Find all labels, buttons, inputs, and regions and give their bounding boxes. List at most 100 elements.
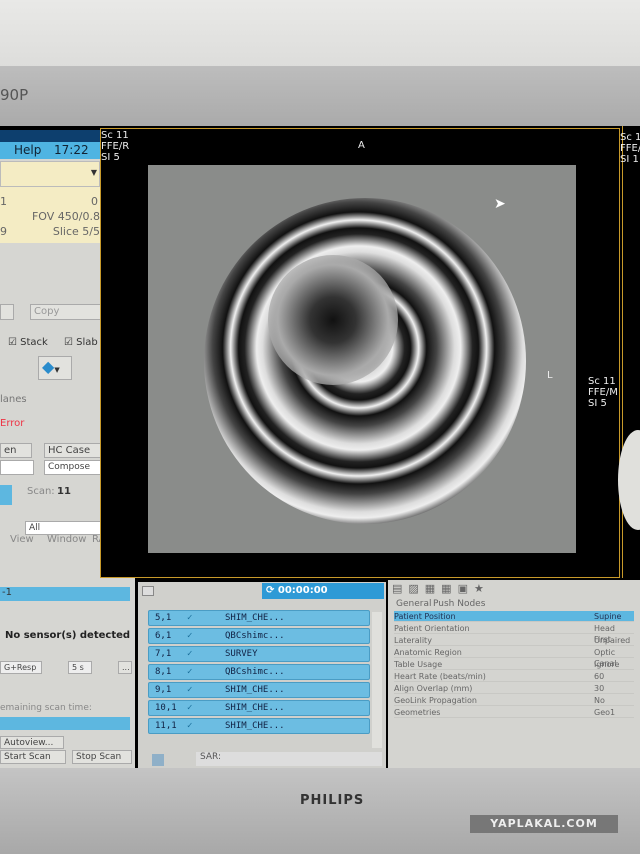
scan-row[interactable]: 7,1 ✓ SURVEY bbox=[148, 646, 370, 662]
stack-checkbox[interactable]: ☑ Stack bbox=[8, 337, 48, 348]
scan-name: SURVEY bbox=[225, 649, 258, 659]
monitor-bezel-bottom bbox=[0, 768, 640, 854]
clock: 17:22 bbox=[54, 143, 89, 157]
scan-row[interactable]: 9,1 ✓ SHIM_CHE... bbox=[148, 682, 370, 698]
series-label: Sc 11 bbox=[101, 130, 129, 141]
dropdown[interactable] bbox=[0, 460, 34, 475]
scan-name: SHIM_CHE... bbox=[225, 685, 285, 695]
scan-id: 8,1 bbox=[155, 667, 172, 677]
scan-timer: ⟳ 00:00:00 bbox=[262, 583, 384, 599]
check-icon: ✓ bbox=[187, 703, 193, 713]
tab-push-nodes[interactable]: Push Nodes bbox=[433, 599, 485, 609]
chevron-down-icon: ▼ bbox=[90, 168, 97, 177]
scrollbar[interactable] bbox=[372, 612, 382, 748]
scan-row[interactable]: 10,1 ✓ SHIM_CHE... bbox=[148, 700, 370, 716]
trigger-dropdown[interactable]: G+Resp bbox=[0, 661, 42, 674]
stack-label: Stack bbox=[20, 337, 48, 348]
scan-row[interactable]: 11,1 ✓ SHIM_CHE... bbox=[148, 718, 370, 734]
stop-scan-button[interactable]: Stop Scan bbox=[72, 750, 132, 764]
scan-info: 1 0 FOV 450/0.8 9 Slice 5/5 bbox=[0, 187, 112, 243]
start-scan-button[interactable]: Start Scan bbox=[0, 750, 66, 764]
property-value: Ignore bbox=[594, 660, 620, 669]
check-icon: ✓ bbox=[187, 721, 193, 731]
viewport-info: Sc 11 FFE/R SI 5 bbox=[101, 130, 129, 163]
mouse-cursor-icon: ➤ bbox=[494, 196, 506, 212]
scan-row[interactable]: 8,1 ✓ QBCshimc... bbox=[148, 664, 370, 680]
property-row[interactable]: Heart Rate (beats/min) 60 bbox=[394, 671, 634, 682]
property-row[interactable]: Geometries Geo1 bbox=[394, 707, 634, 718]
property-value: Unpaired bbox=[594, 636, 631, 645]
copy-button[interactable]: Copy bbox=[30, 304, 105, 320]
property-value: 60 bbox=[594, 672, 605, 681]
planes-label: lanes bbox=[0, 394, 27, 405]
property-value: No bbox=[594, 696, 605, 705]
property-row[interactable]: Patient Orientation Head First bbox=[394, 623, 634, 644]
scan-label: Scan: bbox=[27, 486, 55, 497]
window-icon[interactable] bbox=[142, 586, 154, 596]
scan-id: 10,1 bbox=[155, 703, 177, 713]
filter-dropdown[interactable]: All bbox=[25, 521, 109, 535]
error-label: Error bbox=[0, 418, 25, 429]
series-label: Sc 1 bbox=[620, 132, 640, 143]
exam-dropdown[interactable]: ▼ bbox=[0, 161, 100, 187]
selected-item[interactable]: -1 bbox=[0, 587, 130, 601]
scan-name: SHIM_CHE... bbox=[225, 703, 285, 713]
property-name: GeoLink Propagation bbox=[394, 696, 477, 705]
scan-name: SHIM_CHE... bbox=[225, 613, 285, 623]
property-name: Align Overlap (mm) bbox=[394, 684, 473, 693]
property-row[interactable]: Table Usage Ignore bbox=[394, 659, 634, 670]
property-row[interactable]: Anatomic Region Optic Canal bbox=[394, 647, 634, 668]
monitor-bezel-top bbox=[0, 66, 640, 130]
orientation-label: A bbox=[358, 140, 365, 151]
sar-field: SAR: bbox=[196, 752, 382, 766]
slab-checkbox[interactable]: ☑ Slab bbox=[64, 337, 98, 348]
slice-label: SI 5 bbox=[101, 152, 120, 163]
check-icon: ✓ bbox=[187, 613, 193, 623]
property-value: 30 bbox=[594, 684, 605, 693]
scan-id: 6,1 bbox=[155, 631, 172, 641]
scan-id: 5,1 bbox=[155, 613, 172, 623]
open-button[interactable]: en bbox=[0, 443, 32, 458]
menu-help[interactable]: Help bbox=[14, 143, 41, 157]
info-value: 1 bbox=[0, 195, 7, 208]
status-icon[interactable] bbox=[152, 754, 164, 766]
orientation-label: L bbox=[547, 370, 553, 381]
selected-row[interactable] bbox=[0, 717, 130, 730]
remaining-time-label: emaining scan time: bbox=[0, 703, 92, 713]
property-row[interactable]: Align Overlap (mm) 30 bbox=[394, 683, 634, 694]
toolbar-icons[interactable]: ▤▨▦▦▣★ bbox=[392, 582, 490, 595]
property-value: Supine bbox=[594, 612, 622, 621]
interval-field[interactable]: 5 s bbox=[68, 661, 92, 674]
slice-label: Slice 5/5 bbox=[52, 225, 100, 238]
button[interactable] bbox=[0, 304, 14, 320]
scan-preview bbox=[0, 485, 12, 505]
right-viewport-info: Sc 1 FFE/M SI 1 bbox=[620, 132, 640, 165]
property-row[interactable]: Laterality Unpaired bbox=[394, 635, 634, 646]
timer-value: 00:00:00 bbox=[277, 585, 328, 596]
scan-id: 7,1 bbox=[155, 649, 172, 659]
phantom-center bbox=[268, 255, 398, 385]
property-name: Patient Position bbox=[394, 612, 456, 621]
properties-panel: ▤▨▦▦▣★ General Push Nodes Patient Positi… bbox=[388, 580, 640, 768]
scan-row[interactable]: 6,1 ✓ QBCshimc... bbox=[148, 628, 370, 644]
menu-bar: Help 17:22 bbox=[0, 142, 100, 159]
plane-orientation-button[interactable]: ◆▼ bbox=[38, 356, 72, 380]
scan-id: 9,1 bbox=[155, 685, 172, 695]
scan-row[interactable]: 5,1 ✓ SHIM_CHE... bbox=[148, 610, 370, 626]
property-value: Geo1 bbox=[594, 708, 616, 717]
more-button[interactable]: ... bbox=[118, 661, 132, 674]
property-name: Anatomic Region bbox=[394, 648, 462, 657]
autoview-button[interactable]: Autoview... bbox=[0, 736, 64, 749]
tab-general[interactable]: General bbox=[396, 599, 431, 609]
property-name: Table Usage bbox=[394, 660, 443, 669]
scan-value: 11 bbox=[57, 486, 71, 497]
scan-name: SHIM_CHE... bbox=[225, 721, 285, 731]
sensor-status: No sensor(s) detected bbox=[5, 630, 131, 641]
window-label: Window bbox=[47, 534, 87, 545]
monitor-model: 90P bbox=[0, 86, 29, 104]
property-row[interactable]: GeoLink Propagation No bbox=[394, 695, 634, 706]
property-row[interactable]: Patient Position Supine bbox=[394, 611, 634, 622]
watermark: YAPLAKAL.COM bbox=[470, 815, 618, 833]
fov-label: FOV 450/0.8 bbox=[31, 210, 100, 223]
check-icon: ✓ bbox=[187, 649, 193, 659]
